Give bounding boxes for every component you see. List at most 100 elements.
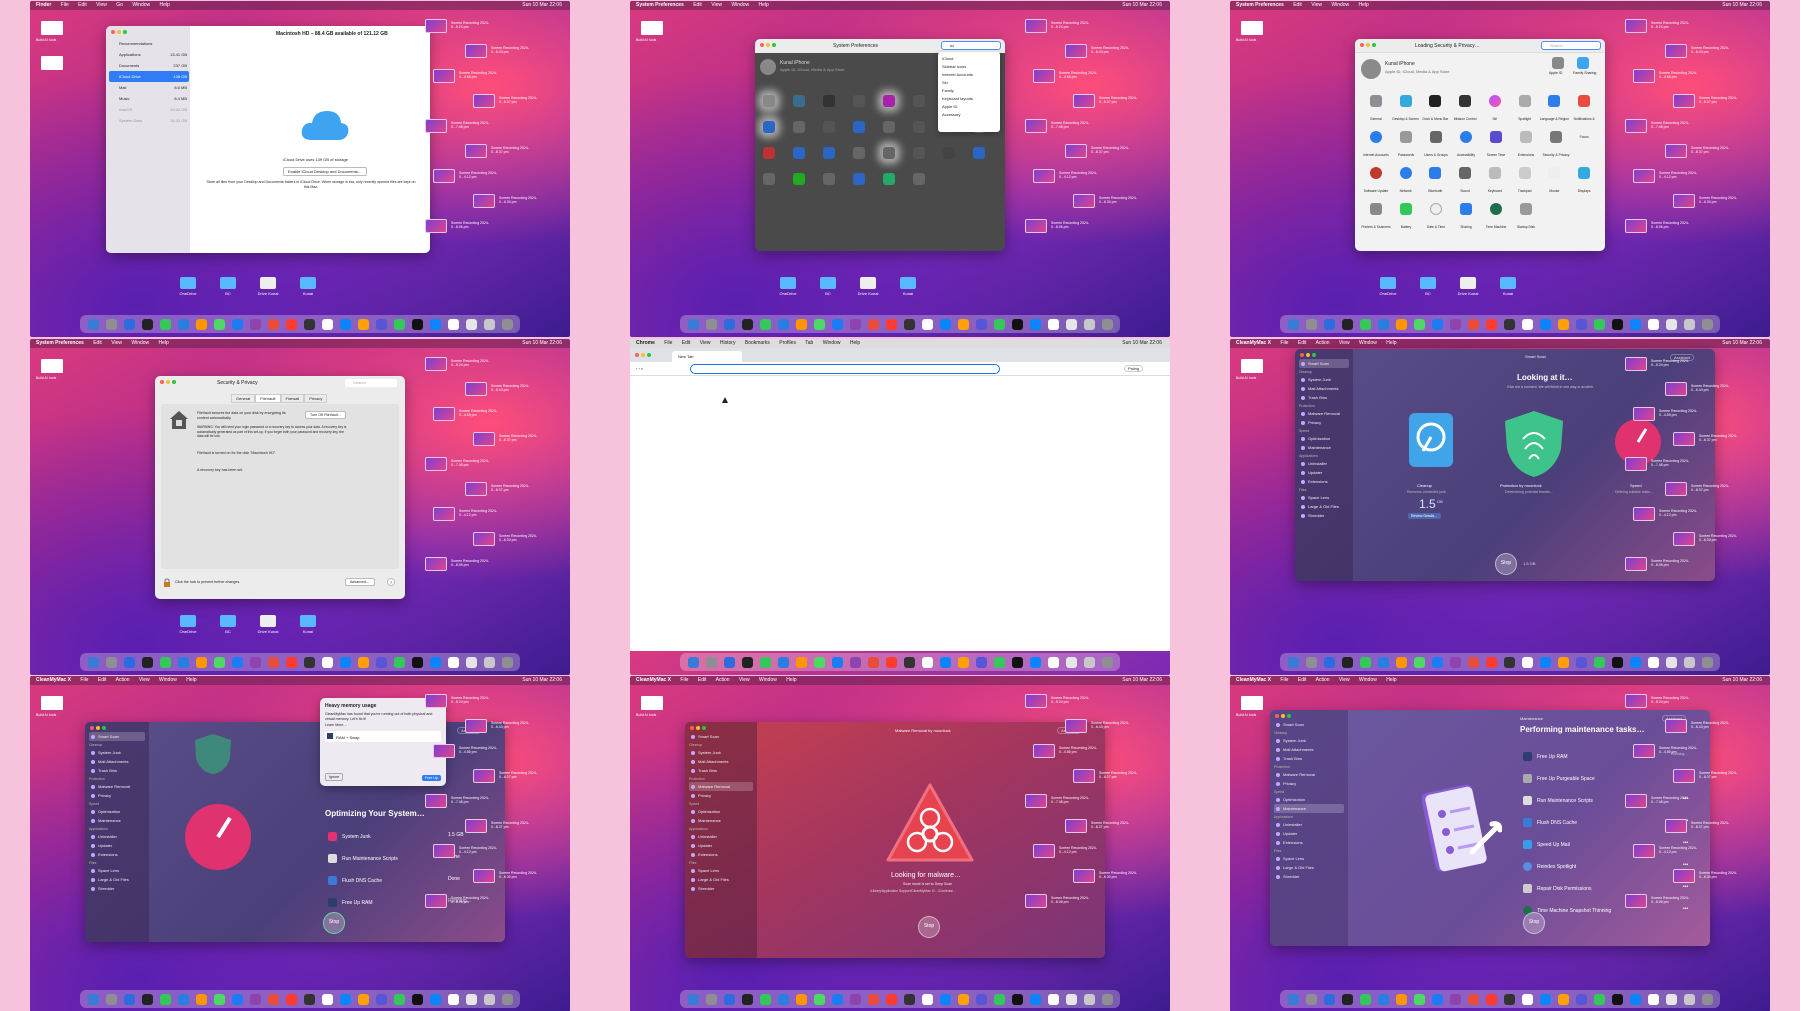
screen-recording-thumbnail[interactable] xyxy=(1033,69,1055,83)
sidebar-item[interactable]: Mail Attachments xyxy=(89,757,145,766)
menu-app[interactable]: Chrome xyxy=(636,340,655,346)
dock-app-icon[interactable] xyxy=(723,318,735,330)
dock-app-icon[interactable] xyxy=(1431,318,1443,330)
dock-app-icon[interactable] xyxy=(831,993,843,1005)
screen-recording-thumbnail[interactable] xyxy=(465,819,487,833)
screen-recording-thumbnail[interactable] xyxy=(465,144,487,158)
desktop-file-icon[interactable] xyxy=(41,696,63,710)
desktop-file-icon[interactable] xyxy=(1241,359,1263,373)
pref-passwords[interactable]: Passwords xyxy=(1391,131,1421,167)
dock-app-icon[interactable] xyxy=(993,656,1005,668)
pref-network[interactable]: Network xyxy=(1391,167,1421,203)
dock-app-icon[interactable] xyxy=(723,993,735,1005)
pref-internet-accounts[interactable]: Internet Accounts xyxy=(1361,131,1391,167)
pref-trackpad[interactable]: Trackpad xyxy=(1510,167,1540,203)
storage-category[interactable]: Mail 8.6 MB xyxy=(109,82,189,93)
menu-app[interactable]: CleanMyMac X xyxy=(36,677,71,683)
dock-app-icon[interactable] xyxy=(1011,656,1023,668)
dock-app-icon[interactable] xyxy=(357,318,369,330)
dock-app-icon[interactable] xyxy=(141,993,153,1005)
dock-app-icon[interactable] xyxy=(411,656,423,668)
dock-app-icon[interactable] xyxy=(1083,318,1095,330)
dock-app-icon[interactable] xyxy=(741,318,753,330)
sidebar-item[interactable]: Optimization xyxy=(1299,434,1349,443)
menu-item[interactable]: Action xyxy=(116,677,130,683)
desktop-file-icon[interactable] xyxy=(1241,696,1263,710)
screen-recording-thumbnail[interactable] xyxy=(1033,744,1055,758)
dock-app-icon[interactable] xyxy=(795,993,807,1005)
sidebar-item[interactable]: Privacy xyxy=(689,791,753,800)
sidebar-item[interactable]: Extensions xyxy=(1274,838,1344,847)
dock-app-icon[interactable] xyxy=(1683,318,1695,330)
dock-app-icon[interactable] xyxy=(885,318,897,330)
screen-recording-thumbnail[interactable] xyxy=(465,482,487,496)
screen-recording-thumbnail[interactable] xyxy=(1065,144,1087,158)
menu-item[interactable]: View xyxy=(1339,677,1350,683)
menu-item[interactable]: View xyxy=(1311,2,1322,8)
menu-clock[interactable]: Sun 10 Mar 22:06 xyxy=(522,1,562,10)
dock-app-icon[interactable] xyxy=(1341,993,1353,1005)
dock-app-icon[interactable] xyxy=(1593,993,1605,1005)
storage-category[interactable]: Applications 13.41 GB xyxy=(109,49,189,60)
pref-accessibility[interactable]: Accessibility xyxy=(1451,131,1481,167)
menu-app[interactable]: System Preferences xyxy=(36,340,84,346)
pref-mouse[interactable]: Mouse xyxy=(1540,167,1570,203)
screen-recording-thumbnail[interactable] xyxy=(1073,769,1095,783)
screen-recording-thumbnail[interactable] xyxy=(1025,794,1047,808)
dock-app-icon[interactable] xyxy=(1575,993,1587,1005)
sidebar-item[interactable]: Uninstaller xyxy=(1299,459,1349,468)
menu-item[interactable]: Tab xyxy=(805,340,813,346)
dock-app-icon[interactable] xyxy=(1611,993,1623,1005)
sidebar-item[interactable]: Extensions xyxy=(89,850,145,859)
sidebar-item[interactable]: Shredder xyxy=(689,884,753,893)
pref-keyboard[interactable]: Keyboard xyxy=(1480,167,1510,203)
dock-app-icon[interactable] xyxy=(1593,318,1605,330)
dock-app-icon[interactable] xyxy=(831,318,843,330)
desktop-file-icon[interactable] xyxy=(641,696,663,710)
suggestion-item[interactable]: Internet Accounts xyxy=(942,71,996,79)
screen-recording-thumbnail[interactable] xyxy=(1625,357,1647,371)
screen-recording-thumbnail[interactable] xyxy=(1625,694,1647,708)
menu-item[interactable]: Window xyxy=(131,340,149,346)
dock-app-icon[interactable] xyxy=(1665,993,1677,1005)
dock-app-icon[interactable] xyxy=(501,318,513,330)
sidebar-item-malware[interactable]: Malware Removal xyxy=(689,782,753,791)
dock-app-icon[interactable] xyxy=(231,318,243,330)
screen-recording-thumbnail[interactable] xyxy=(1633,407,1655,421)
pref-screen-time[interactable]: Screen Time xyxy=(1481,131,1511,167)
dock-app-icon[interactable] xyxy=(849,993,861,1005)
pref-users[interactable]: Users & Groups xyxy=(1421,131,1451,167)
lock-icon[interactable] xyxy=(163,578,171,588)
dock-app-icon[interactable] xyxy=(429,656,441,668)
dock-app-icon[interactable] xyxy=(1665,656,1677,668)
pref-startup-disk[interactable]: Startup Disk xyxy=(1511,203,1541,239)
dock-app-icon[interactable] xyxy=(1341,656,1353,668)
sidebar-item-maintenance[interactable]: Maintenance xyxy=(1274,804,1344,813)
dock-app-icon[interactable] xyxy=(1011,993,1023,1005)
dock-app-icon[interactable] xyxy=(1101,656,1113,668)
tab-general[interactable]: General xyxy=(231,394,256,403)
dock-app-icon[interactable] xyxy=(1467,993,1479,1005)
storage-category[interactable]: macOS 19.42 GB xyxy=(109,104,189,115)
dock-app-icon[interactable] xyxy=(849,656,861,668)
screen-recording-thumbnail[interactable] xyxy=(425,694,447,708)
dock-app-icon[interactable] xyxy=(213,993,225,1005)
dock-app-icon[interactable] xyxy=(1449,656,1461,668)
menu-app[interactable]: CleanMyMac X xyxy=(636,677,671,683)
menu-item[interactable]: Profiles xyxy=(779,340,796,346)
screen-recording-thumbnail[interactable] xyxy=(433,169,455,183)
dock-app-icon[interactable] xyxy=(1029,318,1041,330)
menu-item[interactable]: Window xyxy=(159,677,177,683)
dock-app-icon[interactable] xyxy=(777,318,789,330)
traffic-lights[interactable] xyxy=(1275,714,1291,718)
sidebar-item[interactable]: System Junk xyxy=(89,748,145,757)
sidebar-item[interactable]: Trash Bins xyxy=(689,766,753,775)
screen-recording-thumbnail[interactable] xyxy=(473,94,495,108)
sidebar-item[interactable]: Space Lens xyxy=(689,866,753,875)
screen-recording-thumbnail[interactable] xyxy=(1633,744,1655,758)
dock-app-icon[interactable] xyxy=(339,318,351,330)
dock-app-icon[interactable] xyxy=(429,318,441,330)
dock-app-icon[interactable] xyxy=(285,993,297,1005)
sidebar-item[interactable]: Shredder xyxy=(89,884,145,893)
screen-recording-thumbnail[interactable] xyxy=(473,432,495,446)
